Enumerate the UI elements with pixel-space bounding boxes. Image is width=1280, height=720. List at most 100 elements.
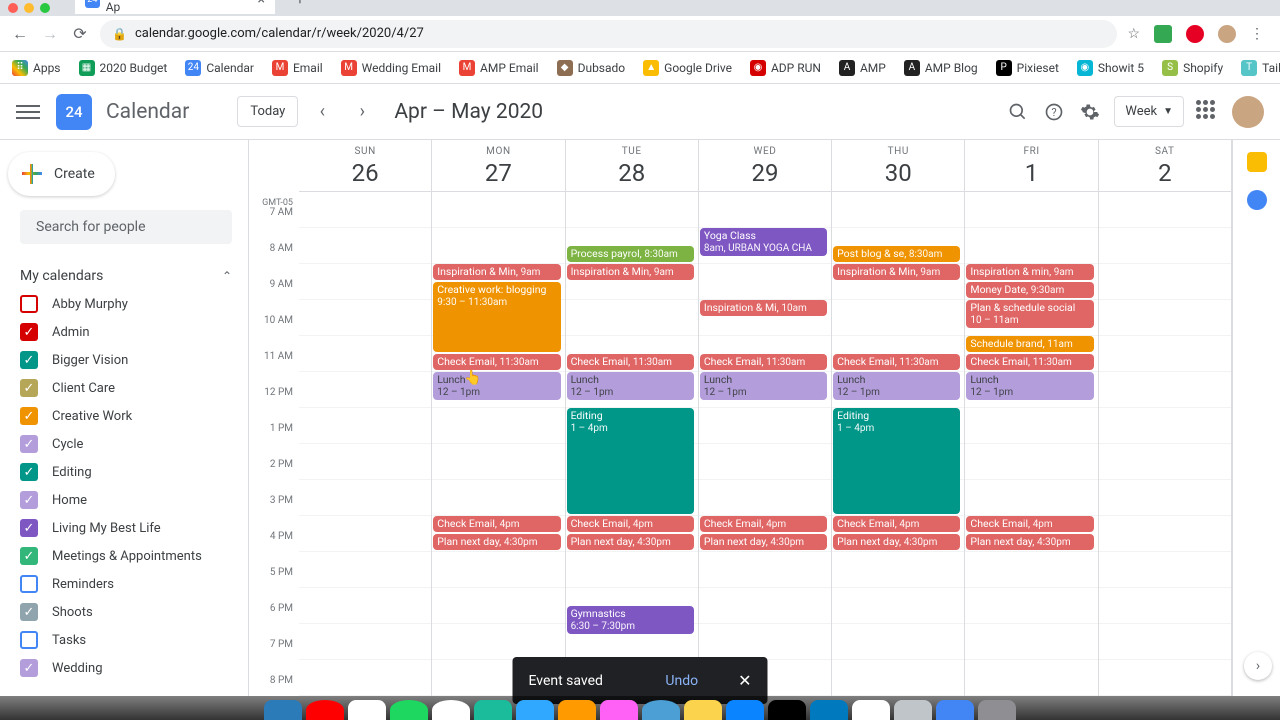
- apps-bookmark[interactable]: ⠿Apps: [12, 60, 61, 76]
- day-column[interactable]: THU30Post blog & se, 8:30amInspiration &…: [832, 140, 965, 696]
- calendar-event[interactable]: Plan next day, 4:30pm: [433, 534, 560, 550]
- calendar-event[interactable]: Plan next day, 4:30pm: [567, 534, 694, 550]
- show-side-panel-button[interactable]: ›: [1244, 652, 1272, 680]
- bookmark-item[interactable]: ◉Showit 5: [1077, 60, 1144, 76]
- keep-icon[interactable]: [1247, 152, 1267, 172]
- new-tab-button[interactable]: +: [290, 0, 310, 10]
- extension-icon[interactable]: [1154, 25, 1172, 43]
- today-button[interactable]: Today: [237, 96, 298, 127]
- calendar-event[interactable]: Check Email, 11:30am: [433, 354, 560, 370]
- calendar-event[interactable]: Plan next day, 4:30pm: [700, 534, 827, 550]
- search-icon[interactable]: [1006, 100, 1030, 124]
- calendar-event[interactable]: Plan next day, 4:30pm: [966, 534, 1093, 550]
- reload-button[interactable]: ⟳: [70, 24, 90, 43]
- bookmark-item[interactable]: ▦2020 Budget: [79, 60, 168, 76]
- bookmark-item[interactable]: AAMP Blog: [904, 60, 978, 76]
- calendar-checkbox[interactable]: ✓Shoots: [20, 598, 232, 626]
- tab-close-icon[interactable]: ×: [258, 0, 265, 8]
- calendar-checkbox[interactable]: ✓Bigger Vision: [20, 346, 232, 374]
- calendar-checkbox[interactable]: ✓Wedding: [20, 654, 232, 682]
- calendar-event[interactable]: Post blog & se, 8:30am: [833, 246, 960, 262]
- calendar-event[interactable]: Lunch12 – 1pm: [433, 372, 560, 400]
- calendar-checkbox[interactable]: Tasks: [20, 626, 232, 654]
- calendar-event[interactable]: Yoga Class8am, URBAN YOGA CHA: [700, 228, 827, 256]
- account-avatar[interactable]: [1232, 96, 1264, 128]
- calendar-checkbox[interactable]: ✓Admin: [20, 318, 232, 346]
- tasks-icon[interactable]: [1247, 190, 1267, 210]
- calendar-grid[interactable]: GMT-05 7 AM8 AM9 AM10 AM11 AM12 PM1 PM2 …: [248, 140, 1232, 696]
- view-switcher[interactable]: Week▼: [1114, 96, 1184, 127]
- pinterest-icon[interactable]: [1186, 25, 1204, 43]
- undo-button[interactable]: Undo: [665, 673, 698, 689]
- calendar-event[interactable]: Lunch12 – 1pm: [700, 372, 827, 400]
- google-apps-icon[interactable]: [1196, 100, 1220, 124]
- calendar-checkbox[interactable]: ✓Cycle: [20, 430, 232, 458]
- calendar-event[interactable]: Check Email, 4pm: [567, 516, 694, 532]
- calendar-event[interactable]: Editing1 – 4pm: [567, 408, 694, 514]
- calendar-event[interactable]: Money Date, 9:30am: [966, 282, 1093, 298]
- calendar-event[interactable]: Check Email, 4pm: [700, 516, 827, 532]
- day-column[interactable]: MON27Inspiration & Min, 9amCreative work…: [432, 140, 565, 696]
- calendar-event[interactable]: Inspiration & Min, 9am: [833, 264, 960, 280]
- calendar-event[interactable]: Check Email, 11:30am: [966, 354, 1093, 370]
- day-column[interactable]: FRI1Inspiration & min, 9amMoney Date, 9:…: [965, 140, 1098, 696]
- settings-icon[interactable]: [1078, 100, 1102, 124]
- other-calendars-toggle[interactable]: Other calendars + ⌃: [20, 682, 232, 696]
- calendar-checkbox[interactable]: Reminders: [20, 570, 232, 598]
- star-icon[interactable]: ☆: [1127, 26, 1140, 42]
- help-icon[interactable]: ?: [1042, 100, 1066, 124]
- minimize-window-dot[interactable]: [24, 3, 34, 13]
- maximize-window-dot[interactable]: [40, 3, 50, 13]
- profile-avatar[interactable]: [1218, 25, 1236, 43]
- calendar-event[interactable]: Inspiration & Min, 9am: [567, 264, 694, 280]
- bookmark-item[interactable]: MAMP Email: [459, 60, 539, 76]
- calendar-event[interactable]: Check Email, 4pm: [833, 516, 960, 532]
- back-button[interactable]: ←: [10, 24, 30, 44]
- calendar-checkbox[interactable]: ✓Meetings & Appointments: [20, 542, 232, 570]
- calendar-event[interactable]: Editing1 – 4pm: [833, 408, 960, 514]
- calendar-event[interactable]: Inspiration & Min, 9am: [433, 264, 560, 280]
- day-column[interactable]: SAT2: [1099, 140, 1232, 696]
- forward-button[interactable]: →: [40, 24, 60, 44]
- calendar-checkbox[interactable]: ✓Living My Best Life: [20, 514, 232, 542]
- browser-tab[interactable]: 24 Google Calendar - Week of Ap ×: [75, 0, 275, 14]
- bookmark-item[interactable]: ◆Dubsado: [557, 60, 626, 76]
- calendar-event[interactable]: Check Email, 4pm: [966, 516, 1093, 532]
- bookmark-item[interactable]: PPixieset: [996, 60, 1059, 76]
- bookmark-item[interactable]: ◉ADP RUN: [750, 60, 821, 76]
- bookmark-item[interactable]: 24Calendar: [185, 60, 254, 76]
- calendar-event[interactable]: Check Email, 11:30am: [567, 354, 694, 370]
- toast-close-icon[interactable]: ✕: [738, 671, 751, 690]
- calendar-event[interactable]: Plan next day, 4:30pm: [833, 534, 960, 550]
- calendar-event[interactable]: Schedule brand, 11am: [966, 336, 1093, 352]
- calendar-event[interactable]: Plan & schedule social10 – 11am: [966, 300, 1093, 328]
- calendar-checkbox[interactable]: ✓Home: [20, 486, 232, 514]
- kebab-menu-icon[interactable]: ⋮: [1250, 26, 1264, 42]
- calendar-event[interactable]: Lunch12 – 1pm: [966, 372, 1093, 400]
- calendar-event[interactable]: Lunch12 – 1pm: [567, 372, 694, 400]
- calendar-checkbox[interactable]: Abby Murphy: [20, 290, 232, 318]
- calendar-event[interactable]: Gymnastics6:30 – 7:30pm: [567, 606, 694, 634]
- create-button[interactable]: Create: [8, 152, 115, 196]
- search-people-input[interactable]: Search for people: [20, 210, 232, 244]
- calendar-event[interactable]: Check Email, 4pm: [433, 516, 560, 532]
- calendar-event[interactable]: Inspiration & min, 9am: [966, 264, 1093, 280]
- bookmark-item[interactable]: ▲Google Drive: [643, 60, 732, 76]
- calendar-checkbox[interactable]: ✓Creative Work: [20, 402, 232, 430]
- day-column[interactable]: SUN26: [299, 140, 432, 696]
- close-window-dot[interactable]: [8, 3, 18, 13]
- calendar-event[interactable]: Check Email, 11:30am: [700, 354, 827, 370]
- bookmark-item[interactable]: SShopify: [1162, 60, 1223, 76]
- main-menu-icon[interactable]: [16, 100, 40, 124]
- calendar-checkbox[interactable]: ✓Editing: [20, 458, 232, 486]
- bookmark-item[interactable]: TTailwind: [1241, 60, 1280, 76]
- my-calendars-toggle[interactable]: My calendars ⌃: [20, 262, 232, 290]
- calendar-event[interactable]: Check Email, 11:30am: [833, 354, 960, 370]
- macos-dock[interactable]: [0, 696, 1280, 720]
- calendar-event[interactable]: Creative work: blogging9:30 – 11:30am: [433, 282, 560, 352]
- calendar-event[interactable]: Lunch12 – 1pm: [833, 372, 960, 400]
- prev-week-button[interactable]: ‹: [306, 101, 338, 122]
- bookmark-item[interactable]: MEmail: [272, 60, 323, 76]
- calendar-event[interactable]: Process payrol, 8:30am: [567, 246, 694, 262]
- address-bar[interactable]: 🔒 calendar.google.com/calendar/r/week/20…: [100, 20, 1117, 48]
